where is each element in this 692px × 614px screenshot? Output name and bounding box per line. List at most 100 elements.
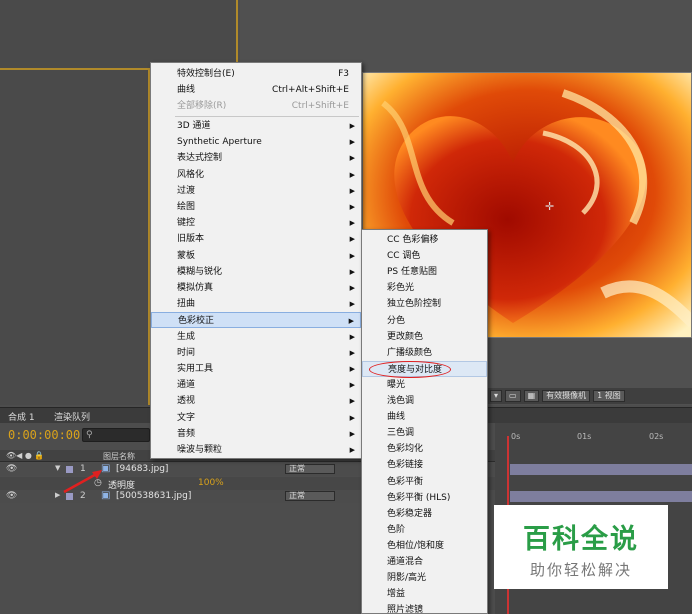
submenu-item-label: 浅色调	[387, 396, 415, 406]
submenu-item[interactable]: CC 调色	[362, 248, 487, 264]
submenu-item-label: 增益	[387, 589, 406, 600]
ruler-tick: 0s	[511, 432, 521, 441]
submenu-item[interactable]: 照片滤镜	[362, 602, 487, 614]
submenu-item[interactable]: 彩色光	[362, 280, 487, 296]
menu-item[interactable]: 噪波与颗粒 ▶	[151, 442, 361, 458]
menu-item[interactable]: 过渡 ▶	[151, 183, 361, 199]
submenu-item-label: 曲线	[387, 412, 406, 423]
menu-item-label: 曲线	[177, 85, 196, 95]
menu-item-label: 时间	[177, 347, 196, 358]
menu-item[interactable]: 音频 ▶	[151, 426, 361, 442]
menu-item[interactable]: 通道 ▶	[151, 377, 361, 393]
submenu-item[interactable]: 广播级颜色	[362, 345, 487, 361]
effects-panel	[0, 70, 150, 405]
layer-name[interactable]: [94683.jpg]	[116, 464, 168, 474]
submenu-arrow-icon: ▶	[349, 446, 355, 454]
anchor-crosshair-icon[interactable]: ✛	[545, 200, 554, 213]
menu-item[interactable]: 旧版本 ▶	[151, 231, 361, 247]
submenu-arrow-icon: ▶	[349, 235, 355, 244]
tab-render-queue[interactable]: 渲染队列	[54, 410, 90, 423]
red-arrow-icon	[63, 470, 102, 494]
grid-icon[interactable]: ▦	[523, 390, 540, 402]
menu-item[interactable]: 扭曲 ▶	[151, 296, 361, 312]
submenu-arrow-icon: ▶	[349, 381, 355, 390]
submenu-item-label: 阴影/高光	[387, 573, 427, 584]
watermark-logo: 百科全说 助你轻松解决	[494, 505, 668, 589]
submenu-item[interactable]: 更改颜色	[362, 329, 487, 345]
submenu-item[interactable]: 色相位/饱和度	[362, 538, 487, 554]
color-correction-submenu: CC 色彩偏移 CC 调色 PS 任意贴图 彩色光 独立色阶控制 分色 更改颜色 广播级颜色亮…	[361, 229, 488, 614]
menu-item[interactable]: Synthetic Aperture ▶	[151, 134, 361, 150]
menu-item[interactable]: 色彩校正 ▶	[151, 312, 361, 329]
submenu-item[interactable]: 色彩链接	[362, 457, 487, 473]
submenu-item[interactable]: 独立色阶控制	[362, 296, 487, 312]
submenu-item-label: 色彩均化	[387, 444, 424, 455]
submenu-arrow-icon: ▶	[349, 284, 355, 292]
search-icon: ⚲	[86, 430, 93, 440]
submenu-item-label: 照片滤镜	[387, 605, 424, 614]
submenu-item[interactable]: 曝光	[362, 377, 487, 393]
layer-duration-bar[interactable]	[510, 491, 692, 502]
blend-mode-dropdown[interactable]: 正常	[285, 491, 335, 501]
menu-separator	[175, 116, 359, 117]
submenu-item[interactable]: 三色调	[362, 425, 487, 441]
menu-item-label: 表达式控制	[177, 153, 223, 164]
menu-item[interactable]: 透视 ▶	[151, 393, 361, 409]
menu-item[interactable]: 曲线 Ctrl+Alt+Shift+E	[151, 82, 361, 98]
menu-item[interactable]: 绘图 ▶	[151, 199, 361, 215]
submenu-item[interactable]: 通道混合	[362, 554, 487, 570]
opacity-value[interactable]: 100%	[198, 478, 224, 488]
submenu-item-label: CC 色彩偏移	[387, 235, 439, 245]
submenu-item[interactable]: 色阶	[362, 522, 487, 538]
submenu-arrow-icon: ▶	[349, 154, 355, 163]
submenu-item[interactable]: 色彩平衡 (HLS)	[362, 490, 487, 506]
submenu-arrow-icon: ▶	[349, 365, 355, 373]
menu-item[interactable]: 表达式控制 ▶	[151, 150, 361, 166]
submenu-item[interactable]: 分色	[362, 313, 487, 329]
blend-mode-dropdown[interactable]: 正常	[285, 464, 335, 474]
menu-item[interactable]: 键控 ▶	[151, 215, 361, 231]
timeline-search-input[interactable]: ⚲	[82, 428, 150, 442]
layer-name[interactable]: [500538631.jpg]	[116, 491, 191, 501]
menu-item[interactable]: 时间 ▶	[151, 345, 361, 361]
menu-item[interactable]: 生成 ▶	[151, 329, 361, 345]
menu-item-shortcut: Ctrl+Alt+Shift+E	[272, 85, 349, 95]
ruler-tick: 01s	[577, 432, 592, 441]
submenu-item-label: 广播级颜色	[387, 347, 433, 358]
tab-comp-1[interactable]: 合成 1	[8, 410, 35, 423]
submenu-arrow-icon: ▶	[349, 300, 355, 309]
layer-duration-bar[interactable]	[510, 464, 692, 475]
menu-item[interactable]: 风格化 ▶	[151, 167, 361, 183]
timecode-display[interactable]: 0:00:00:00	[8, 428, 80, 442]
submenu-item-label: 三色调	[387, 428, 415, 439]
camera-dropdown[interactable]: 有效摄像机	[542, 390, 591, 402]
menu-item[interactable]: 实用工具 ▶	[151, 361, 361, 377]
time-ruler[interactable]: 0s 01s 02s	[505, 432, 692, 446]
menu-item[interactable]: 3D 通道 ▶	[151, 118, 361, 134]
submenu-item[interactable]: CC 色彩偏移	[362, 232, 487, 248]
submenu-item[interactable]: 阴影/高光	[362, 570, 487, 586]
menu-item[interactable]: 文字 ▶	[151, 410, 361, 426]
menu-item-label: 色彩校正	[178, 316, 215, 327]
submenu-item[interactable]: 曲线	[362, 409, 487, 425]
submenu-item[interactable]: 增益	[362, 586, 487, 602]
submenu-item[interactable]: 色彩均化	[362, 441, 487, 457]
submenu-item[interactable]: 色彩平衡	[362, 474, 487, 490]
menu-item[interactable]: 特效控制台(E) F3	[151, 66, 361, 82]
menu-item-label: 模糊与锐化	[177, 266, 223, 277]
menu-item[interactable]: 模拟仿真 ▶	[151, 280, 361, 296]
submenu-item-label: 分色	[387, 315, 406, 326]
submenu-item[interactable]: 色彩稳定器	[362, 506, 487, 522]
menu-item-label: 实用工具	[177, 364, 214, 374]
menu-item[interactable]: 蒙板 ▶	[151, 248, 361, 264]
submenu-item[interactable]: PS 任意贴图	[362, 264, 487, 280]
effects-context-menu: 特效控制台(E) F3 曲线 Ctrl+Alt+Shift+E 全部移除(R) Ctrl+…	[150, 62, 362, 459]
submenu-item-label: CC 调色	[387, 251, 421, 262]
menu-item[interactable]: 模糊与锐化 ▶	[151, 264, 361, 280]
eye-icon[interactable]: 👁	[6, 491, 17, 501]
views-dropdown[interactable]: 1 视图	[593, 390, 625, 402]
submenu-item[interactable]: 浅色调	[362, 393, 487, 409]
eye-icon[interactable]: 👁	[6, 464, 17, 474]
dropdown-arrow-icon[interactable]: ▾	[490, 390, 503, 402]
region-icon[interactable]: ▭	[505, 390, 521, 402]
